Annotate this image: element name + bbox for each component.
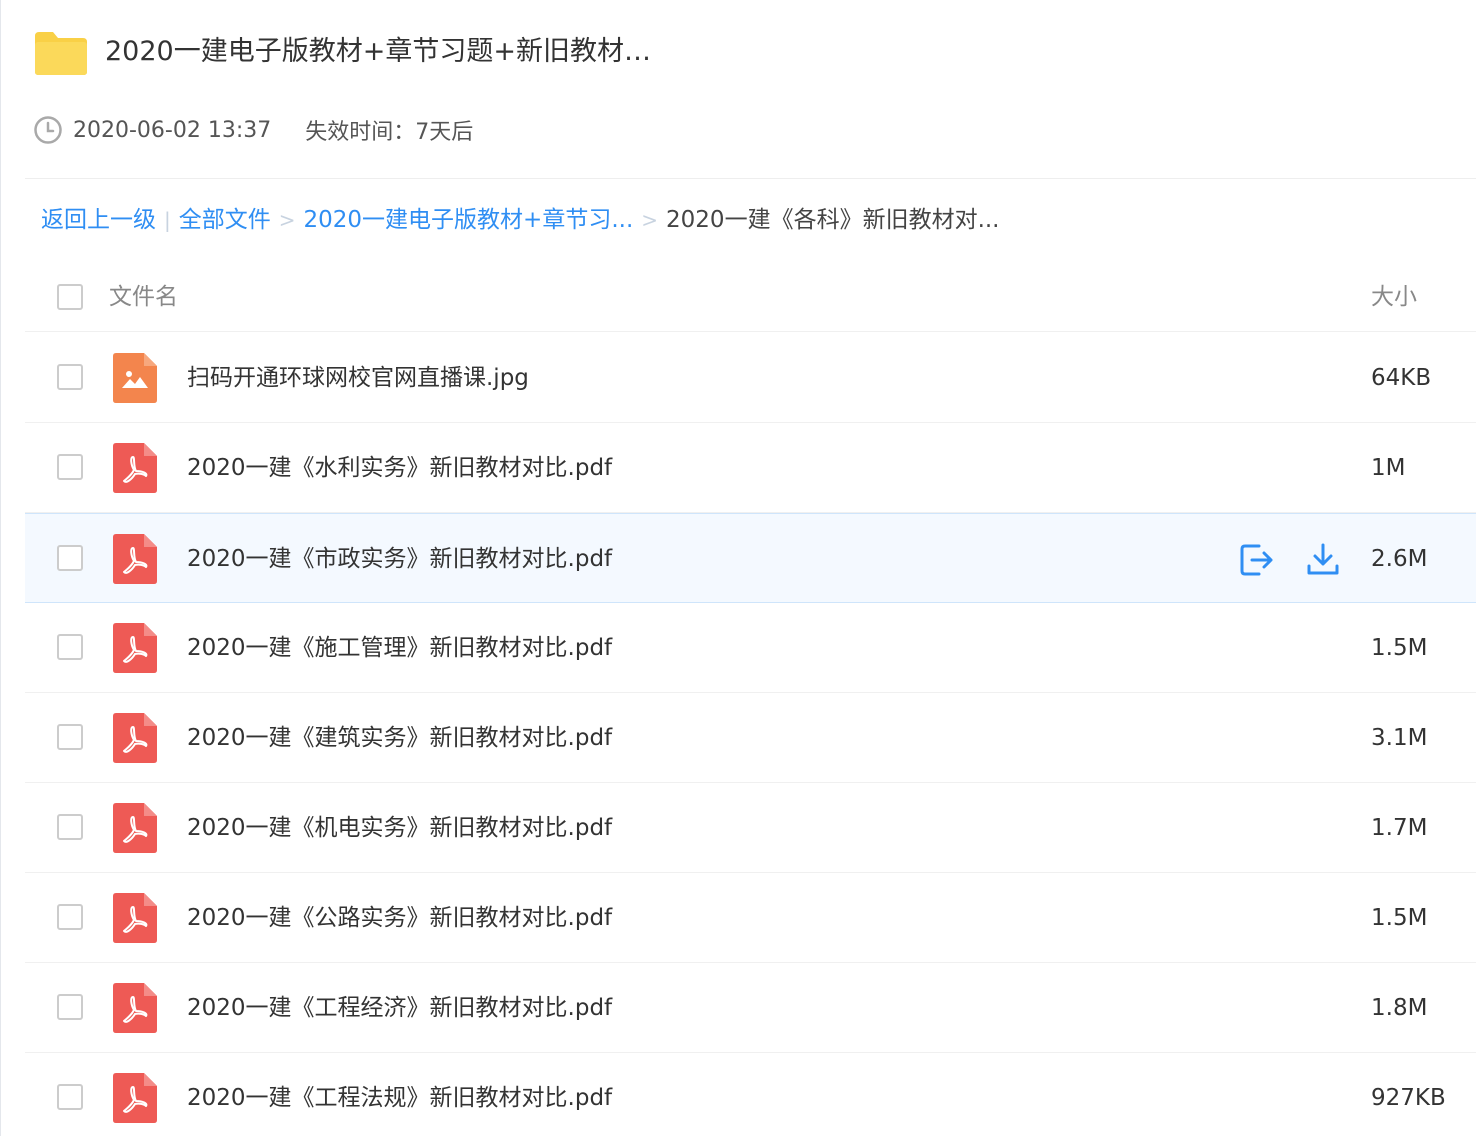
share-meta: 2020-06-02 13:37 失效时间：7天后 bbox=[33, 112, 473, 148]
file-name[interactable]: 2020一建《建筑实务》新旧教材对比.pdf bbox=[187, 718, 612, 758]
file-name[interactable]: 2020一建《水利实务》新旧教材对比.pdf bbox=[187, 448, 612, 488]
file-size: 3.1M bbox=[1371, 725, 1428, 751]
clock-icon bbox=[34, 116, 62, 144]
file-size: 1.5M bbox=[1371, 905, 1428, 931]
expiry-label: 失效时间：7天后 bbox=[305, 120, 474, 145]
file-size: 1M bbox=[1371, 455, 1406, 481]
file-name[interactable]: 2020一建《施工管理》新旧教材对比.pdf bbox=[187, 628, 612, 668]
breadcrumb-separator: > bbox=[278, 208, 296, 232]
folder-title: 2020一建电子版教材+章节习题+新旧教材… bbox=[105, 36, 651, 67]
save-to-drive-icon[interactable] bbox=[1239, 542, 1275, 578]
file-name[interactable]: 2020一建《工程经济》新旧教材对比.pdf bbox=[187, 988, 612, 1028]
pdf-file-icon bbox=[113, 534, 157, 584]
file-name[interactable]: 2020一建《公路实务》新旧教材对比.pdf bbox=[187, 898, 612, 938]
folder-icon bbox=[35, 32, 87, 75]
share-time: 2020-06-02 13:37 bbox=[73, 117, 272, 143]
select-all-checkbox[interactable] bbox=[57, 284, 83, 310]
file-row[interactable]: 2020一建《水利实务》新旧教材对比.pdf 1M bbox=[25, 423, 1476, 513]
row-checkbox[interactable] bbox=[57, 545, 83, 571]
pdf-file-icon bbox=[113, 623, 157, 673]
file-row[interactable]: 2020一建《工程法规》新旧教材对比.pdf 927KB bbox=[25, 1053, 1476, 1136]
pdf-file-icon bbox=[113, 983, 157, 1033]
row-checkbox[interactable] bbox=[57, 364, 83, 390]
pdf-file-icon bbox=[113, 893, 157, 943]
file-row[interactable]: 2020一建《建筑实务》新旧教材对比.pdf 3.1M bbox=[25, 693, 1476, 783]
row-checkbox[interactable] bbox=[57, 904, 83, 930]
row-checkbox[interactable] bbox=[57, 634, 83, 660]
breadcrumb: 返回上一级 | 全部文件 > 2020一建电子版教材+章节习... > 2020… bbox=[41, 200, 1000, 240]
file-name[interactable]: 2020一建《市政实务》新旧教材对比.pdf bbox=[187, 539, 612, 579]
file-row[interactable]: 2020一建《工程经济》新旧教材对比.pdf 1.8M bbox=[25, 963, 1476, 1053]
pdf-file-icon bbox=[113, 713, 157, 763]
file-size: 927KB bbox=[1371, 1085, 1446, 1111]
file-row[interactable]: 2020一建《施工管理》新旧教材对比.pdf 1.5M bbox=[25, 603, 1476, 693]
pdf-file-icon bbox=[113, 443, 157, 493]
file-name[interactable]: 2020一建《机电实务》新旧教材对比.pdf bbox=[187, 808, 612, 848]
file-size: 1.5M bbox=[1371, 635, 1428, 661]
file-name[interactable]: 2020一建《工程法规》新旧教材对比.pdf bbox=[187, 1078, 612, 1118]
pdf-file-icon bbox=[113, 1073, 157, 1123]
file-row[interactable]: 扫码开通环球网校官网直播课.jpg 64KB bbox=[25, 333, 1476, 423]
file-row[interactable]: 2020一建《公路实务》新旧教材对比.pdf 1.5M bbox=[25, 873, 1476, 963]
file-name[interactable]: 扫码开通环球网校官网直播课.jpg bbox=[187, 358, 529, 398]
column-header-size[interactable]: 大小 bbox=[1371, 278, 1417, 316]
back-link[interactable]: 返回上一级 bbox=[41, 200, 156, 240]
file-size: 2.6M bbox=[1371, 546, 1428, 572]
all-files-link[interactable]: 全部文件 bbox=[179, 200, 271, 240]
share-page: 2020一建电子版教材+章节习题+新旧教材… 2020-06-02 13:37 … bbox=[0, 0, 1476, 1136]
share-header: 2020一建电子版教材+章节习题+新旧教材… 2020-06-02 13:37 … bbox=[1, 0, 1476, 180]
row-checkbox[interactable] bbox=[57, 724, 83, 750]
file-size: 1.7M bbox=[1371, 815, 1428, 841]
header-divider bbox=[25, 178, 1476, 179]
image-file-icon bbox=[113, 353, 157, 403]
file-row[interactable]: 2020一建《机电实务》新旧教材对比.pdf 1.7M bbox=[25, 783, 1476, 873]
file-list-header: 文件名 大小 bbox=[25, 262, 1476, 332]
row-checkbox[interactable] bbox=[57, 1084, 83, 1110]
file-size: 64KB bbox=[1371, 365, 1432, 391]
row-checkbox[interactable] bbox=[57, 814, 83, 840]
pdf-file-icon bbox=[113, 803, 157, 853]
row-checkbox[interactable] bbox=[57, 994, 83, 1020]
file-row-hovered[interactable]: 2020一建《市政实务》新旧教材对比.pdf 2.6M bbox=[25, 513, 1476, 603]
breadcrumb-separator: > bbox=[641, 208, 659, 232]
current-folder: 2020一建《各科》新旧教材对... bbox=[666, 207, 1000, 233]
column-header-name[interactable]: 文件名 bbox=[109, 278, 178, 316]
breadcrumb-divider: | bbox=[164, 208, 171, 232]
row-checkbox[interactable] bbox=[57, 454, 83, 480]
file-list: 扫码开通环球网校官网直播课.jpg 64KB 2020一建《水利实务》新旧教材对… bbox=[25, 333, 1476, 1136]
download-icon[interactable] bbox=[1305, 542, 1341, 578]
parent-folder-link[interactable]: 2020一建电子版教材+章节习... bbox=[304, 200, 634, 240]
file-size: 1.8M bbox=[1371, 995, 1428, 1021]
